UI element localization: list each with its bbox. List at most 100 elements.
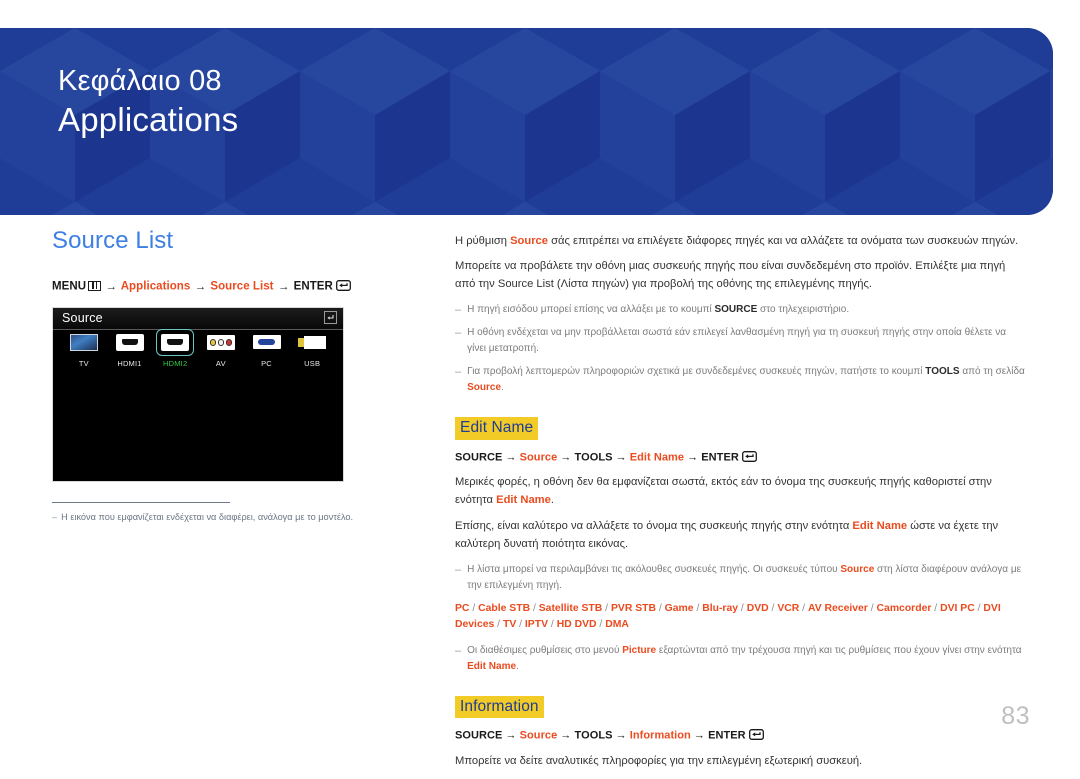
intro-paragraph-1: Η ρύθμιση Source σάς επιτρέπει να επιλέγ… [455,232,1025,250]
device-separator: / [867,602,877,614]
osd-title: Source [62,310,103,325]
path-source-key: SOURCE [455,451,503,464]
source-item-label: PC [261,358,272,368]
path-arrow-1: → [505,451,517,464]
device-separator: / [596,619,606,631]
edit-name-paragraph-1: Μερικές φορές, η οθόνη δεν θα εμφανίζετα… [455,473,1025,509]
note-dash: ‒ [455,644,462,657]
source-item-pc[interactable]: PC [244,333,290,368]
chapter-banner: Κεφάλαιο 08 Applications [0,28,1053,215]
menu-path-arrow-3: → [277,280,290,293]
path-step-source: Source [519,451,558,464]
source-item-hdmi2[interactable]: HDMI2 [152,328,198,368]
chapter-title: Applications [58,101,239,139]
source-item-av[interactable]: AV [198,333,244,368]
device-type: TV [502,619,517,631]
menu-path-arrow-2: → [194,280,207,293]
intro-p1-highlight: Source [510,235,548,247]
chapter-label: Κεφάλαιο 08 [58,65,222,97]
device-separator: / [494,619,503,631]
device-separator: / [656,602,665,614]
device-separator: / [602,602,611,614]
hdmi-icon [115,333,145,352]
intro-p1-before: Η ρύθμιση [455,235,511,247]
path-step-edit-name: Edit Name [629,451,685,464]
path-arrow-3: → [615,451,627,464]
path-source-key: SOURCE [455,729,503,742]
path-arrow-4: → [693,729,705,742]
footnote-text: Η εικόνα που εμφανίζεται ενδέχεται να δι… [61,511,354,522]
device-separator: / [799,602,808,614]
en-p2-before: Επίσης, είναι καλύτερο να αλλάξετε το όν… [455,519,853,532]
menu-path-enter-label: ENTER [293,280,333,293]
vga-icon [252,333,282,352]
source-item-usb[interactable]: USB [289,333,335,368]
device-type: HD DVD [556,619,597,631]
page-number: 83 [1001,702,1030,730]
device-type: Cable STB [478,602,531,614]
device-type: Game [664,602,694,614]
source-osd-screenshot: Source TV HDMI1 HDMI2 AV PC USB [52,306,344,482]
usb-icon [297,333,327,352]
footnote-divider [52,501,230,503]
note-device-list: ‒ Η λίστα μπορεί να περιλαμβάνει τις ακό… [455,562,1025,594]
menu-grid-icon [88,280,102,291]
note-text-mid: εξαρτώνται από την τρέχουσα πηγή και τις… [656,644,1022,656]
device-separator: / [548,619,557,631]
note-text-before: Η λίστα μπορεί να περιλαμβάνει τις ακόλο… [467,563,841,575]
source-item-label: HDMI1 [117,358,142,368]
note-text-before: Για προβολή λεπτομερών πληροφοριών σχετι… [467,366,926,378]
page-title: Source List [52,227,174,254]
source-item-tv[interactable]: TV [61,333,107,368]
note-text-after: . [516,660,519,672]
note-tools-button: ‒ Για προβολή λεπτομερών πληροφοριών σχε… [455,364,1025,396]
path-step-source: Source [519,729,558,742]
note-source-button: ‒ Η πηγή εισόδου μπορεί επίσης να αλλάξε… [455,302,1025,318]
device-type: PC [455,602,470,614]
device-type: DVD [746,602,769,614]
device-type-list: PC / Cable STB / Satellite STB / PVR STB… [455,601,1025,634]
note-highlight-source: Source [467,382,502,394]
note-picture-menu: ‒ Οι διαθέσιμες ρυθμίσεις στο μενού Pict… [455,643,1025,675]
device-type: AV Receiver [807,602,868,614]
intro-paragraph-2: Μπορείτε να προβάλετε την οθόνη μιας συσ… [455,260,1006,291]
path-arrow-4: → [687,451,699,464]
note-text-before: Η πηγή εισόδου μπορεί επίσης να αλλάξει … [467,304,715,316]
right-column: Η ρύθμιση Source σάς επιτρέπει να επιλέγ… [455,232,1025,779]
source-item-label: USB [304,358,321,368]
path-tools-key: TOOLS [574,729,613,742]
note-text: Η οθόνη ενδέχεται να μην προβάλλεται σωσ… [467,327,1007,355]
note-dash: ‒ [455,304,462,317]
enter-key-icon [741,450,757,462]
device-separator: / [693,602,703,614]
device-type: VCR [777,602,800,614]
path-enter-label: ENTER [708,729,746,742]
device-type: DMA [605,619,629,631]
enter-key-icon [335,280,351,292]
left-column: Source List MENU → Applications → Source… [52,227,402,524]
note-text-after: στο τηλεχειριστήριο. [757,304,850,316]
footnote-model-disclaimer: ‒ Η εικόνα που εμφανίζεται ενδέχεται να … [52,511,402,524]
device-type: PVR STB [610,602,656,614]
device-type: Camcorder [876,602,932,614]
osd-source-list: TV HDMI1 HDMI2 AV PC USB [53,328,343,368]
en-p2-highlight: Edit Name [852,519,908,532]
note-bold-tools-key: TOOLS [925,366,960,378]
menu-path-menu-label: MENU [52,280,87,293]
note-dash: ‒ [455,327,462,340]
edit-name-paragraph-2: Επίσης, είναι καλύτερο να αλλάξετε το όν… [455,517,1025,553]
en-p1-highlight: Edit Name [496,494,551,507]
osd-titlebar: Source [53,307,343,330]
device-type: IPTV [524,619,549,631]
path-step-information: Information [629,729,691,742]
source-item-label: TV [78,358,89,368]
path-arrow-2: → [560,729,572,742]
return-icon[interactable] [324,311,337,325]
device-separator: / [469,602,479,614]
device-type: Blu-ray [702,602,739,614]
menu-path-step-applications: Applications [120,280,191,293]
source-item-hdmi1[interactable]: HDMI1 [107,333,153,368]
note-highlight-source: Source [840,563,875,575]
note-highlight-picture: Picture [622,644,657,656]
menu-path-source-list: MENU → Applications → Source List → ENTE… [52,280,402,293]
